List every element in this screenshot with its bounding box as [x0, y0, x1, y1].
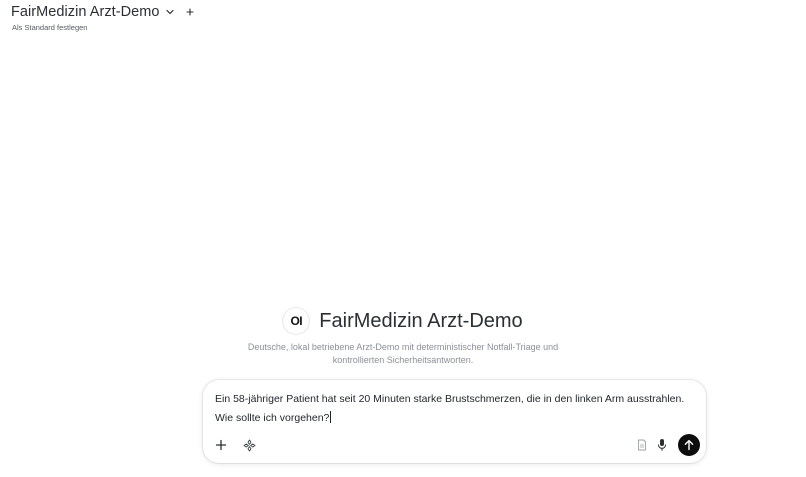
set-default-link[interactable]: Als Standard festlegen	[12, 23, 87, 32]
attach-plus-icon[interactable]	[212, 436, 230, 454]
welcome-title: FairMedizin Arzt-Demo	[319, 310, 523, 332]
tools-icon[interactable]	[240, 436, 258, 454]
welcome-block: OI FairMedizin Arzt-Demo Deutsche, lokal…	[0, 308, 806, 367]
add-model-plus-icon[interactable]	[183, 5, 197, 19]
message-input-text: Ein 58-jähriger Patient hat seit 20 Minu…	[215, 393, 685, 424]
message-input[interactable]: Ein 58-jähriger Patient hat seit 20 Minu…	[215, 390, 699, 428]
chat-page: FairMedizin Arzt-Demo Als Standard festl…	[0, 0, 806, 477]
arrow-up-icon	[684, 439, 694, 451]
send-button[interactable]	[678, 434, 700, 456]
welcome-description: Deutsche, lokal betriebene Arzt-Demo mit…	[247, 342, 559, 365]
model-title[interactable]: FairMedizin Arzt-Demo	[11, 3, 160, 21]
microphone-icon[interactable]	[655, 436, 669, 454]
text-caret	[330, 411, 332, 423]
welcome-title-row: OI FairMedizin Arzt-Demo	[283, 308, 523, 334]
model-logo: OI	[283, 308, 310, 334]
model-selector: FairMedizin Arzt-Demo	[11, 3, 197, 21]
chevron-down-icon[interactable]	[163, 5, 177, 19]
file-icon[interactable]	[635, 437, 649, 453]
message-composer: Ein 58-jähriger Patient hat seit 20 Minu…	[203, 380, 706, 463]
